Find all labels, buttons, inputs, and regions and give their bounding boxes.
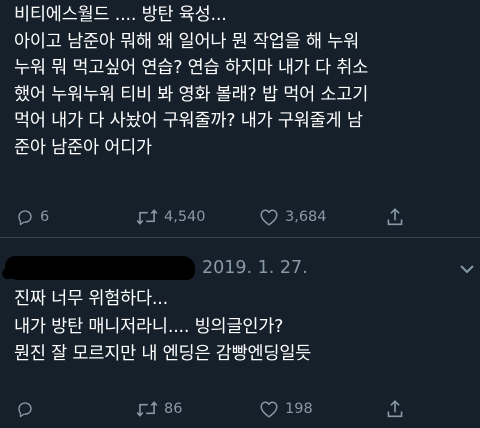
share-button[interactable] bbox=[386, 202, 404, 232]
retweet-count: 86 bbox=[164, 401, 183, 417]
reply-count: 6 bbox=[40, 209, 50, 225]
reply-button[interactable] bbox=[16, 394, 40, 424]
share-icon bbox=[387, 208, 403, 226]
retweet-icon bbox=[136, 401, 158, 417]
like-count: 3,684 bbox=[285, 209, 327, 225]
reply-button[interactable]: 6 bbox=[16, 202, 49, 232]
tweet-2[interactable]: 2019. 1. 27. 진짜 너무 위험하다... 내가 방탄 매니저라니..… bbox=[0, 238, 480, 428]
reply-icon bbox=[18, 210, 32, 226]
retweet-icon bbox=[136, 209, 158, 225]
tweet-actions: 6 4,540 3,684 bbox=[0, 202, 480, 232]
retweet-button[interactable]: 86 bbox=[136, 394, 182, 424]
like-button[interactable]: 3,684 bbox=[259, 202, 327, 232]
like-button[interactable]: 198 bbox=[259, 394, 313, 424]
tweet-timestamp[interactable]: 2019. 1. 27. bbox=[202, 258, 308, 278]
chevron-down-icon[interactable] bbox=[458, 262, 476, 276]
reply-icon bbox=[18, 402, 32, 418]
tweet-text: 비티에스월드 .... 방탄 육성... 아이고 남준아 뭐해 왜 일어나 뭔 … bbox=[14, 5, 369, 158]
tweet-header: 2019. 1. 27. bbox=[0, 238, 480, 284]
heart-icon bbox=[260, 209, 278, 226]
retweet-button[interactable]: 4,540 bbox=[136, 202, 206, 232]
share-button[interactable] bbox=[386, 394, 404, 424]
tweet-actions: 86 198 bbox=[0, 394, 480, 424]
share-icon bbox=[387, 400, 403, 418]
heart-icon bbox=[260, 401, 278, 418]
retweet-count: 4,540 bbox=[164, 209, 206, 225]
tweet-1[interactable]: 비티에스월드 .... 방탄 육성... 아이고 남준아 뭐해 왜 일어나 뭔 … bbox=[0, 0, 480, 238]
like-count: 198 bbox=[285, 401, 313, 417]
tweet-text: 진짜 너무 위험하다... 내가 방탄 매니저라니.... 빙의글인가? 뭔진 … bbox=[14, 289, 312, 364]
